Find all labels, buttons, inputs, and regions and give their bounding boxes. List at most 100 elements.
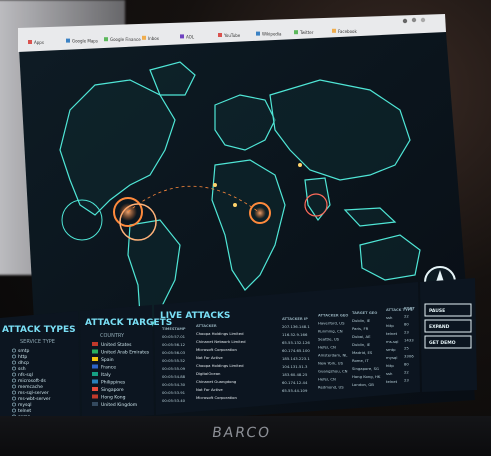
country-flag-icon (92, 379, 98, 384)
live-attacks-header-cell: ATTACKER IP (282, 317, 308, 321)
bookmark-icon (332, 28, 336, 33)
bookmark-label: YouTube (223, 33, 241, 38)
live-attack-cell: Hefei, CN (318, 345, 336, 350)
live-attack-cell: mysql (386, 355, 397, 360)
live-attack-cell: http (386, 363, 394, 368)
bookmark-icon (180, 34, 184, 39)
live-attack-cell: ms-sql (386, 339, 399, 344)
bookmark-icon (218, 33, 222, 37)
attack-target-item: Philippines (101, 380, 126, 386)
attack-target-item: United States (101, 342, 132, 348)
bookmark-icon (256, 31, 260, 36)
live-attack-cell: 00:05:54.30 (162, 382, 186, 387)
live-attack-cell: telnet (386, 331, 398, 336)
live-attack-cell: Dubai, AE (352, 334, 371, 339)
live-attack-cell: ssh (386, 371, 393, 376)
live-attack-cell: Singapore, SG (352, 366, 379, 371)
attack-dot-1 (233, 203, 237, 207)
live-attack-cell: Hefei, CN (318, 377, 336, 382)
bookmark-label: Google Maps (72, 39, 98, 44)
live-attack-cell: Microsoft Corporation (196, 347, 238, 352)
attack-type-item: nfs-sql (18, 372, 33, 378)
live-attack-cell: DigitalOcean (196, 371, 221, 376)
attack-type-item: microsoft-ds (18, 378, 46, 384)
country-flag-icon (92, 394, 98, 399)
live-attack-cell: Choopa Holdings Limited (196, 363, 244, 368)
photo-scene: Apps Google Maps Google Finance Inbox AOL You… (0, 0, 491, 456)
attack-types-header: SERVICE TYPE (20, 339, 55, 345)
attack-targets-header: COUNTRY (100, 333, 125, 339)
attack-types-title: ATTACK TYPES (2, 325, 76, 335)
attack-type-item: memcache (18, 384, 43, 390)
attack-target-item: Singapore (101, 387, 124, 393)
live-attacks-header-cell: PORT (404, 306, 415, 310)
live-attack-cell: smtp (386, 347, 396, 352)
attack-type-item: dhcp (18, 360, 29, 366)
live-attack-cell: 23 (404, 377, 409, 382)
live-attack-cell: 60.174.65.100 (282, 348, 310, 353)
attack-target-item: Italy (101, 372, 111, 378)
live-attack-cell: 1433 (404, 337, 414, 342)
live-attacks-header-cell: TARGET GEO (352, 311, 377, 315)
attack-type-item: ms-wbt-server (18, 396, 51, 402)
live-attack-cell: Chinanet Guangdong (196, 379, 237, 384)
country-flag-icon (92, 402, 98, 406)
country-flag-icon (92, 372, 98, 376)
live-attack-cell: Chinanet Network Limited (196, 339, 246, 344)
attack-type-item: smtp (18, 348, 29, 354)
live-attack-cell: 22 (404, 313, 409, 318)
attack-type-item: ms-sql-server (18, 390, 49, 396)
bookmark-label: AOL (186, 34, 195, 39)
live-attack-cell: http (386, 323, 394, 328)
live-attack-cell: 00:05:57.01 (162, 334, 186, 339)
bookmark-label: Inbox (148, 36, 160, 41)
live-attack-cell: ssh (386, 315, 393, 320)
attack-glow-us (119, 203, 137, 221)
live-attack-cell: 183.60.48.25 (282, 372, 308, 377)
live-attack-cell: 00:05:55.09 (162, 366, 186, 371)
live-attacks-title: LIVE ATTACKS (160, 311, 230, 321)
live-attack-cell: 65.55.44.109 (282, 388, 308, 393)
live-attack-cell: Kunming, CN (318, 329, 343, 334)
bookmark-label: Twitter (299, 30, 314, 35)
live-attack-cell: Hong Kong, HK (352, 374, 381, 379)
live-attack-cell: Microsoft Corporation (196, 395, 238, 400)
live-attack-cell: Not For Active (196, 387, 223, 392)
bookmark-item[interactable]: Google Finance (104, 37, 141, 42)
control-button-label: PAUSE (429, 308, 445, 314)
live-attacks-header-cell: TIMESTAMP (162, 327, 186, 331)
country-flag-icon (92, 349, 98, 354)
bookmark-icon (142, 35, 146, 40)
country-flag-icon (92, 364, 98, 369)
live-attack-cell: 00:05:53.40 (162, 398, 186, 403)
live-attack-cell: Paris, FR (352, 326, 369, 331)
live-attack-cell: Guangzhou, CN (318, 369, 348, 374)
live-attack-cell: 00:05:56.12 (162, 342, 186, 347)
country-flag-icon (92, 342, 98, 346)
live-attack-cell: 3306 (404, 353, 414, 358)
live-attack-cell: Dublin, IE (352, 342, 371, 347)
bookmark-icon (294, 30, 298, 35)
live-attack-cell: 65.55.132.126 (282, 340, 310, 345)
live-attack-cell: 00:05:55.52 (162, 358, 186, 363)
attack-type-item: http (18, 354, 27, 360)
live-attack-cell: 80 (404, 361, 409, 366)
attack-target-item: Hong Kong (101, 395, 126, 401)
bookmark-icon (104, 37, 108, 42)
live-attack-cell: Amsterdam, NL (318, 353, 348, 358)
brand-logo: BARCO (210, 425, 273, 441)
control-button-label: GET DEMO (429, 340, 456, 346)
live-attack-cell: Madrid, ES (352, 350, 373, 355)
live-attack-cell: 23 (404, 329, 409, 334)
live-attack-cell: Redmond, US (318, 385, 344, 390)
bookmark-icon (66, 38, 70, 43)
attack-target-item: Spain (101, 357, 114, 363)
live-attack-cell: 00:05:53.91 (162, 390, 186, 395)
live-attack-cell: 104.131.51.3 (282, 364, 308, 369)
live-attack-cell: 207.136.148.1 (282, 324, 310, 329)
live-attack-cell: New York, US (318, 361, 344, 366)
live-attack-cell: 22 (404, 369, 409, 374)
control-button-label: EXPAND (429, 324, 450, 330)
live-attack-cell: telnet (386, 379, 398, 384)
live-attack-cell: 00:05:56.03 (162, 350, 186, 355)
